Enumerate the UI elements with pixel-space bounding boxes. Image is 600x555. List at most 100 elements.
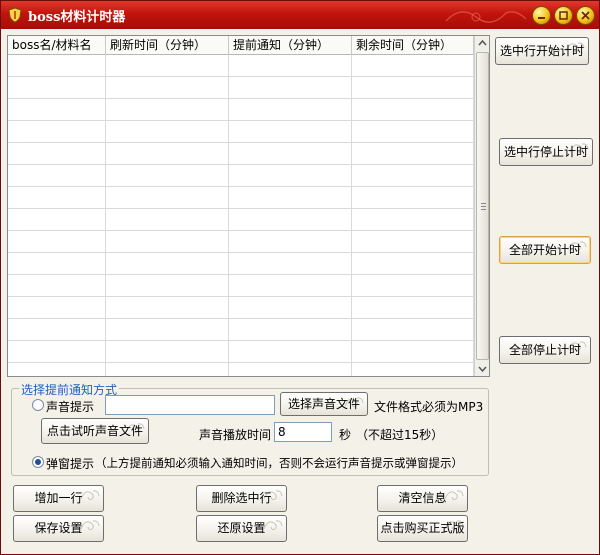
table-cell[interactable] — [106, 99, 229, 121]
table-row[interactable] — [8, 99, 474, 121]
table-cell[interactable] — [8, 121, 106, 143]
table-cell[interactable] — [8, 341, 106, 363]
table-cell[interactable] — [229, 275, 352, 297]
table-row[interactable] — [8, 319, 474, 341]
save-button[interactable]: 保存设置 — [13, 515, 104, 542]
column-header-remaining[interactable]: 剩余时间（分钟） — [352, 36, 474, 55]
table-cell[interactable] — [352, 297, 474, 319]
table-cell[interactable] — [106, 297, 229, 319]
table-row[interactable] — [8, 363, 474, 376]
sound-radio[interactable] — [32, 399, 44, 411]
table-row[interactable] — [8, 77, 474, 99]
column-header-refresh[interactable]: 刷新时间（分钟） — [106, 36, 229, 55]
scroll-down-icon[interactable] — [475, 361, 490, 376]
table-cell[interactable] — [229, 297, 352, 319]
table-cell[interactable] — [352, 319, 474, 341]
table-cell[interactable] — [8, 99, 106, 121]
table-cell[interactable] — [229, 253, 352, 275]
table-cell[interactable] — [352, 77, 474, 99]
table-cell[interactable] — [8, 231, 106, 253]
table-cell[interactable] — [229, 99, 352, 121]
restore-button[interactable]: 还原设置 — [196, 515, 287, 542]
table-row[interactable] — [8, 253, 474, 275]
table-cell[interactable] — [229, 363, 352, 376]
table-cell[interactable] — [8, 209, 106, 231]
choose-sound-button[interactable]: 选择声音文件 — [280, 392, 368, 416]
table-cell[interactable] — [106, 121, 229, 143]
minimize-button[interactable] — [532, 6, 551, 25]
table-cell[interactable] — [352, 231, 474, 253]
table-cell[interactable] — [229, 121, 352, 143]
table-cell[interactable] — [352, 209, 474, 231]
table-cell[interactable] — [229, 143, 352, 165]
table-cell[interactable] — [229, 187, 352, 209]
title-bar[interactable]: boss材料计时器 — [1, 1, 599, 29]
stop-all-button[interactable]: 全部停止计时 — [499, 336, 591, 364]
column-header-name[interactable]: boss名/材料名 — [8, 36, 106, 55]
table-cell[interactable] — [8, 275, 106, 297]
table-row[interactable] — [8, 341, 474, 363]
table-cell[interactable] — [352, 99, 474, 121]
table-cell[interactable] — [106, 275, 229, 297]
table-cell[interactable] — [8, 77, 106, 99]
table-cell[interactable] — [352, 341, 474, 363]
popup-radio-label[interactable]: 弹窗提示 — [46, 455, 94, 472]
clear-button[interactable]: 清空信息 — [377, 485, 468, 512]
table-row[interactable] — [8, 231, 474, 253]
table-cell[interactable] — [229, 77, 352, 99]
table-cell[interactable] — [106, 77, 229, 99]
table-cell[interactable] — [352, 165, 474, 187]
table-cell[interactable] — [106, 231, 229, 253]
table-row[interactable] — [8, 165, 474, 187]
scroll-up-icon[interactable] — [475, 36, 490, 51]
table-cell[interactable] — [352, 275, 474, 297]
table-cell[interactable] — [352, 121, 474, 143]
table-cell[interactable] — [8, 253, 106, 275]
table-row[interactable] — [8, 297, 474, 319]
table-row[interactable] — [8, 121, 474, 143]
table-cell[interactable] — [229, 165, 352, 187]
table-cell[interactable] — [229, 231, 352, 253]
table-cell[interactable] — [8, 319, 106, 341]
sound-file-input[interactable] — [105, 395, 275, 415]
start-selected-button[interactable]: 选中行开始计时 — [495, 37, 589, 65]
table-cell[interactable] — [8, 143, 106, 165]
table-cell[interactable] — [106, 165, 229, 187]
table-row[interactable] — [8, 55, 474, 77]
table-row[interactable] — [8, 275, 474, 297]
table-cell[interactable] — [229, 209, 352, 231]
start-all-button[interactable]: 全部开始计时 — [499, 236, 591, 264]
table-cell[interactable] — [8, 297, 106, 319]
delete-row-button[interactable]: 删除选中行 — [196, 485, 287, 512]
table-scrollbar[interactable] — [474, 36, 489, 376]
table-cell[interactable] — [106, 363, 229, 376]
table-cell[interactable] — [352, 363, 474, 376]
table-cell[interactable] — [106, 55, 229, 77]
test-sound-button[interactable]: 点击试听声音文件 — [41, 418, 149, 444]
table-cell[interactable] — [106, 187, 229, 209]
popup-radio[interactable] — [32, 456, 44, 468]
table-cell[interactable] — [106, 253, 229, 275]
close-button[interactable] — [576, 6, 595, 25]
scroll-thumb[interactable] — [476, 52, 489, 360]
maximize-button[interactable] — [554, 6, 573, 25]
table-cell[interactable] — [106, 319, 229, 341]
table-cell[interactable] — [106, 341, 229, 363]
table-cell[interactable] — [8, 187, 106, 209]
table-cell[interactable] — [8, 363, 106, 376]
table-cell[interactable] — [352, 55, 474, 77]
duration-input[interactable]: 8 — [274, 422, 332, 442]
buy-button[interactable]: 点击购买正式版 — [377, 515, 468, 542]
table-cell[interactable] — [229, 319, 352, 341]
table-cell[interactable] — [106, 209, 229, 231]
table-cell[interactable] — [8, 165, 106, 187]
column-header-advance[interactable]: 提前通知（分钟） — [229, 36, 352, 55]
table-cell[interactable] — [229, 55, 352, 77]
table-cell[interactable] — [352, 143, 474, 165]
table-cell[interactable] — [352, 253, 474, 275]
sound-radio-label[interactable]: 声音提示 — [46, 398, 94, 415]
table-cell[interactable] — [352, 187, 474, 209]
table-cell[interactable] — [8, 55, 106, 77]
table-row[interactable] — [8, 187, 474, 209]
table-cell[interactable] — [106, 143, 229, 165]
